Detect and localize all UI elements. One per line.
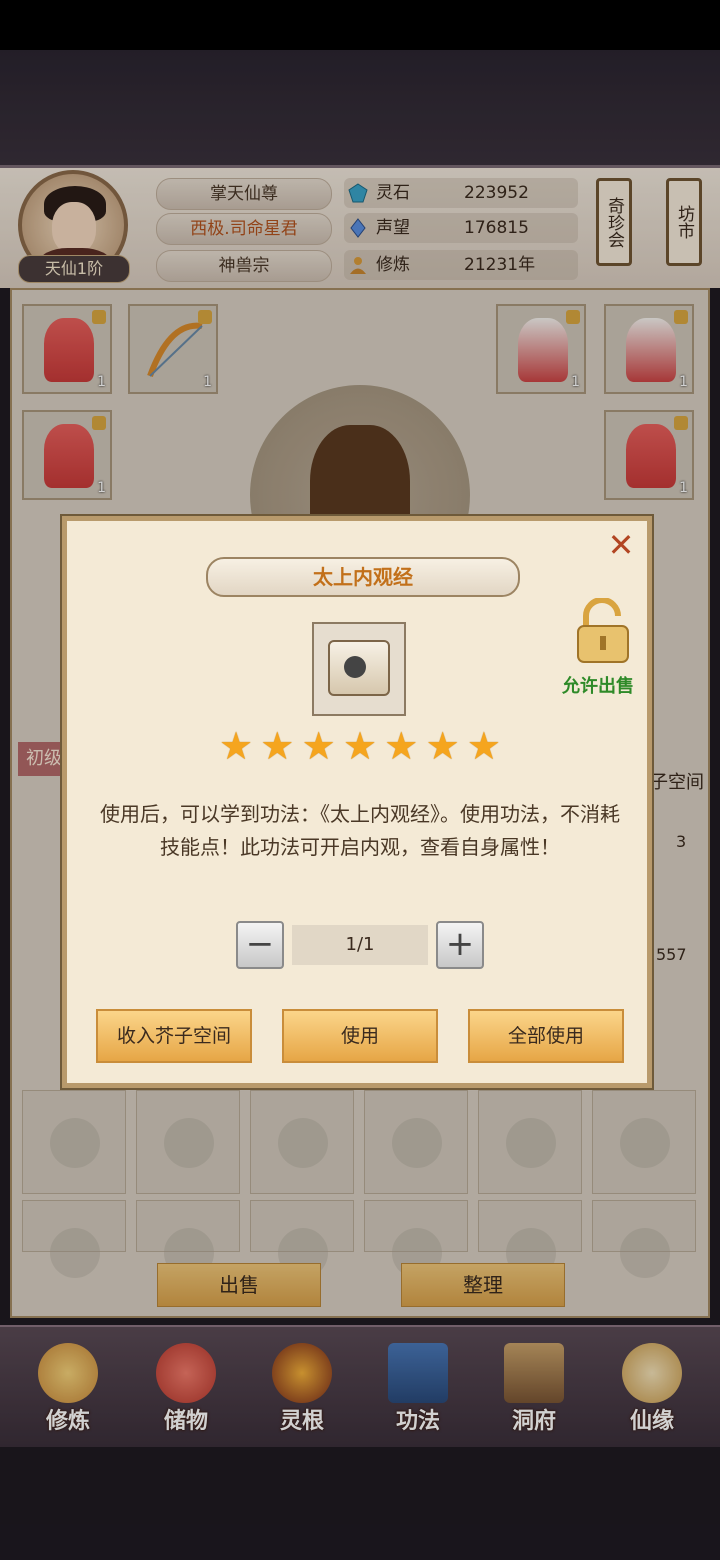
close-icon[interactable]: ✕: [606, 529, 636, 561]
star-icon: ★: [425, 724, 460, 768]
item-description: 使用后，可以学到功法：《太上内观经》。使用功法，不消耗技能点！此功法可开启内观，…: [100, 802, 620, 859]
star-rating: ★ ★ ★ ★ ★ ★ ★: [218, 724, 502, 768]
unlock-icon[interactable]: [572, 598, 634, 664]
increase-quantity-button[interactable]: +: [436, 921, 484, 969]
store-to-space-button[interactable]: 收入芥子空间: [96, 1009, 252, 1063]
scripture-book-icon: [328, 640, 390, 696]
use-all-button[interactable]: 全部使用: [468, 1009, 624, 1063]
decrease-quantity-button[interactable]: −: [236, 921, 284, 969]
quantity-field[interactable]: 1/1: [292, 925, 428, 965]
star-icon: ★: [260, 724, 295, 768]
star-icon: ★: [384, 724, 419, 768]
item-name: 太上内观经: [206, 557, 520, 597]
star-icon: ★: [342, 724, 378, 768]
star-icon: ★: [466, 724, 501, 768]
star-icon: ★: [218, 724, 254, 768]
item-preview: [312, 622, 406, 716]
use-button[interactable]: 使用: [282, 1009, 438, 1063]
star-icon: ★: [301, 724, 336, 768]
allow-sale-label: 允许出售: [562, 676, 634, 697]
